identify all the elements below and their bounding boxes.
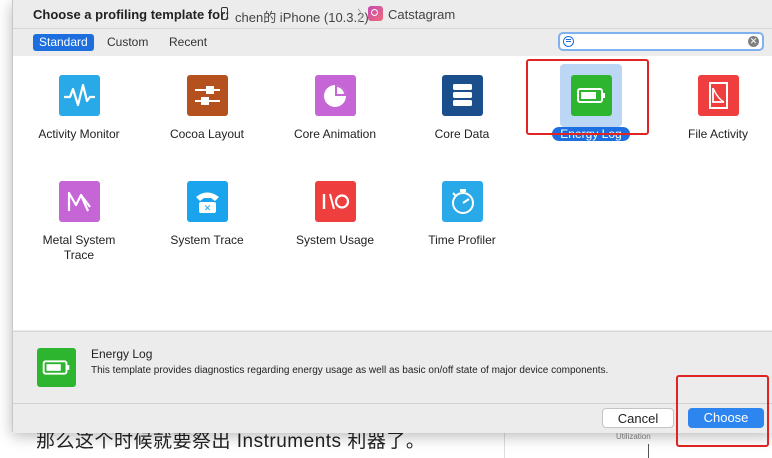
template-description-panel: Energy Log This template provides diagno… bbox=[13, 331, 772, 404]
selection-highlight bbox=[560, 64, 622, 127]
sheet-titlebar: Choose a profiling template for: chen的 i… bbox=[13, 0, 772, 28]
template-activity-monitor[interactable]: Activity Monitor bbox=[15, 64, 143, 142]
tab-custom[interactable]: Custom bbox=[101, 34, 154, 51]
svg-text:✕: ✕ bbox=[203, 204, 211, 214]
template-grid: Activity Monitor Cocoa Layout Core Anima… bbox=[13, 56, 772, 330]
template-label: Core Animation bbox=[293, 127, 377, 141]
template-cocoa-layout[interactable]: Cocoa Layout bbox=[143, 64, 271, 142]
template-label: Cocoa Layout bbox=[169, 127, 245, 141]
core-animation-icon bbox=[314, 75, 356, 116]
search-field[interactable]: ✕ bbox=[558, 32, 764, 51]
energy-log-icon bbox=[37, 348, 76, 387]
system-usage-icon bbox=[314, 181, 356, 222]
tab-recent[interactable]: Recent bbox=[163, 34, 213, 51]
template-file-activity[interactable]: File Activity bbox=[654, 64, 772, 142]
target-app-selector[interactable]: Catstagram bbox=[388, 7, 455, 22]
template-core-animation[interactable]: Core Animation bbox=[271, 64, 399, 142]
template-tabbar: Standard Custom Recent ✕ bbox=[13, 28, 772, 57]
activity-monitor-icon bbox=[58, 75, 100, 116]
tab-standard[interactable]: Standard bbox=[33, 34, 94, 51]
description-title: Energy Log bbox=[91, 347, 153, 361]
template-label: Core Data bbox=[434, 127, 490, 141]
title-label: Choose a profiling template for: bbox=[33, 7, 230, 22]
file-activity-icon bbox=[697, 75, 739, 116]
core-data-icon bbox=[441, 75, 483, 116]
template-system-trace[interactable]: ✕ System Trace bbox=[143, 170, 271, 248]
system-trace-icon: ✕ bbox=[186, 181, 228, 222]
template-energy-log[interactable]: Energy Log bbox=[527, 64, 655, 142]
background-chart-tick bbox=[648, 444, 649, 458]
template-time-profiler[interactable]: Time Profiler bbox=[398, 170, 526, 248]
device-selector[interactable]: chen的 iPhone (10.3.2) bbox=[235, 7, 369, 26]
energy-log-icon bbox=[570, 75, 612, 116]
template-label: Metal System Trace bbox=[42, 233, 116, 262]
template-system-usage[interactable]: System Usage bbox=[271, 170, 399, 248]
profiling-template-sheet: Choose a profiling template for: chen的 i… bbox=[12, 0, 772, 433]
filter-icon[interactable] bbox=[563, 36, 574, 47]
metal-system-trace-icon bbox=[58, 181, 100, 222]
template-core-data[interactable]: Core Data bbox=[398, 64, 526, 142]
clear-icon[interactable]: ✕ bbox=[748, 36, 759, 47]
catstagram-app-icon bbox=[368, 6, 383, 21]
template-label: Time Profiler bbox=[428, 233, 496, 247]
template-label: File Activity bbox=[687, 127, 748, 141]
search-input[interactable] bbox=[578, 34, 738, 49]
template-label: Energy Log bbox=[552, 127, 630, 141]
cancel-button[interactable]: Cancel bbox=[602, 408, 674, 428]
template-metal-system-trace[interactable]: Metal System Trace bbox=[15, 170, 143, 263]
cocoa-layout-icon bbox=[186, 75, 228, 116]
description-text: This template provides diagnostics regar… bbox=[91, 365, 609, 376]
iphone-icon bbox=[221, 7, 228, 20]
background-utilization-label: Utilization bbox=[616, 432, 651, 441]
template-label: System Trace bbox=[170, 233, 244, 247]
template-label: System Usage bbox=[295, 233, 375, 247]
sheet-footer: Cancel Choose bbox=[13, 403, 772, 433]
choose-button[interactable]: Choose bbox=[688, 408, 764, 428]
template-label: Activity Monitor bbox=[38, 127, 120, 141]
time-profiler-icon bbox=[441, 181, 483, 222]
